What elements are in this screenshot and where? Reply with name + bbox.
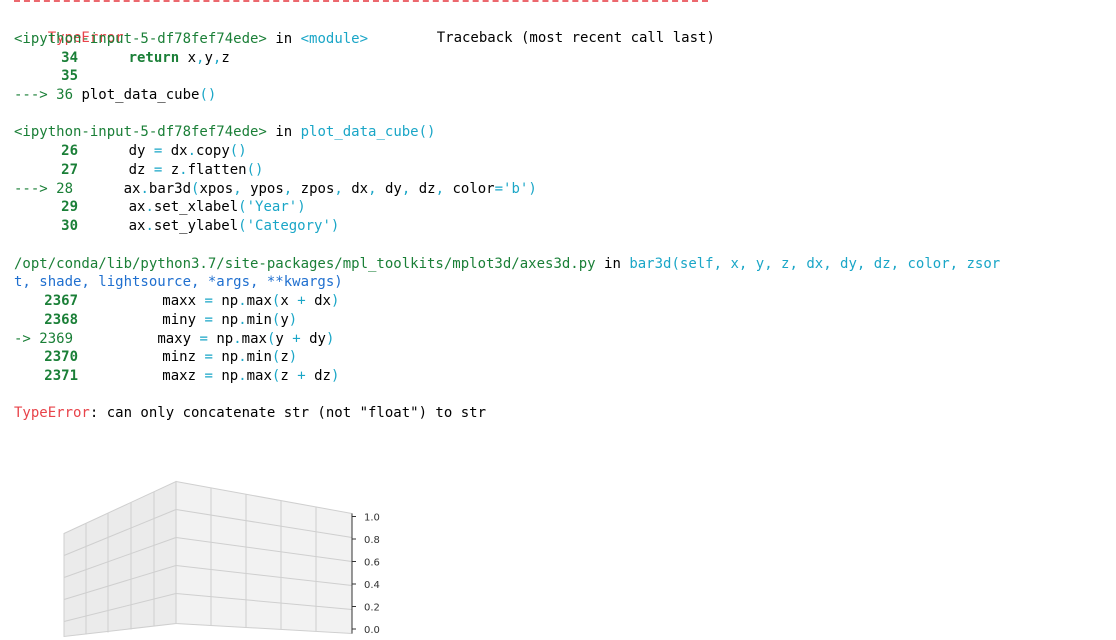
line-number: 35 <box>61 68 78 84</box>
left-pane <box>63 480 177 638</box>
z-tick-label: 0.2 <box>364 603 380 614</box>
code-line: 2370 minz = np.min(z) <box>14 348 297 366</box>
code-text: ax.bar3d(xpos, ypos, zpos, dx, dy, dz, c… <box>123 181 537 197</box>
current-line-arrow: ---> <box>14 87 48 103</box>
code-line: 2367 maxx = np.max(x + dx) <box>14 292 339 310</box>
frame-3-header-cont: t, shade, lightsource, *args, **kwargs) <box>14 273 343 291</box>
code-text: miny = np.min(y) <box>162 312 298 328</box>
code-line: 26 dy = dx.copy() <box>14 142 247 160</box>
frame-2-location: <ipython-input-5-df78fef74ede> <box>14 124 267 140</box>
line-number: 30 <box>61 218 78 234</box>
code-line-current: -> 2369 maxy = np.max(y + dy) <box>14 330 334 348</box>
frame-3-func: bar3d(self, x, y, z, dx, dy, dz, color, … <box>629 256 1001 272</box>
code-text: ax.set_xlabel('Year') <box>128 199 306 215</box>
final-error-message: : can only concatenate str (not "float")… <box>89 405 487 421</box>
traceback-header: TypeError <box>14 11 124 46</box>
code-text: maxz = np.max(z + dz) <box>162 368 340 384</box>
z-tick-label: 0.8 <box>364 535 380 546</box>
line-number: 2371 <box>44 368 78 384</box>
line-number: 2369 <box>39 331 74 347</box>
code-text: dy = dx.copy() <box>128 143 247 159</box>
current-line-arrow: ---> <box>14 181 48 197</box>
code-line: 27 dz = z.flatten() <box>14 161 263 179</box>
current-line-arrow: -> <box>14 331 31 347</box>
code-line-current: ---> 28 ax.bar3d(xpos, ypos, zpos, dx, d… <box>14 180 537 198</box>
final-error: TypeError: can only concatenate str (not… <box>14 404 486 422</box>
code-line: 34 return x,y,z <box>14 49 230 67</box>
code-line: 2371 maxz = np.max(z + dz) <box>14 367 339 385</box>
frame-3-in: in <box>604 256 621 272</box>
line-number: 2367 <box>44 293 78 309</box>
final-error-type: TypeError <box>14 405 90 421</box>
traceback-header-right: Traceback (most recent call last) <box>403 11 715 46</box>
line-number: 34 <box>61 50 78 66</box>
frame-2-header: <ipython-input-5-df78fef74ede> in plot_d… <box>14 123 435 141</box>
separator-line <box>14 0 708 6</box>
code-text: dz = z.flatten() <box>128 162 264 178</box>
code-text: ax.set_ylabel('Category') <box>128 218 340 234</box>
frame-2-in: in <box>275 124 293 140</box>
line-number: 28 <box>56 181 74 197</box>
line-number: 26 <box>61 143 78 159</box>
code-text: maxy = np.max(y + dy) <box>157 331 335 347</box>
line-number: 2368 <box>44 312 78 328</box>
line-number: 2370 <box>44 349 78 365</box>
z-tick-label: 0.0 <box>364 625 380 636</box>
code-line: 30 ax.set_ylabel('Category') <box>14 217 339 235</box>
code-line-current: ---> 36 plot_data_cube() <box>14 86 216 104</box>
frame-3-func-cont: t, shade, lightsource, *args, **kwargs) <box>14 274 343 290</box>
z-tick-label: 0.6 <box>364 558 380 569</box>
z-tick-label: 0.4 <box>364 580 380 591</box>
code-line: 29 ax.set_xlabel('Year') <box>14 198 306 216</box>
axes-panes <box>63 480 353 638</box>
frame-1-header: <ipython-input-5-df78fef74ede> in <modul… <box>14 30 368 48</box>
frame-3-location: /opt/conda/lib/python3.7/site-packages/m… <box>14 256 596 272</box>
code-keyword: return <box>128 50 180 66</box>
line-number: 27 <box>61 162 78 178</box>
frame-3-header: /opt/conda/lib/python3.7/site-packages/m… <box>14 255 1000 273</box>
frame-2-func: plot_data_cube() <box>300 124 436 140</box>
empty-3d-axes-plot: 1.0 0.8 0.6 0.4 0.2 0.0 <box>63 480 380 638</box>
line-number: 36 <box>56 87 74 103</box>
line-number: 29 <box>61 199 78 215</box>
code-line: 2368 miny = np.min(y) <box>14 311 297 329</box>
z-tick-labels: 1.0 0.8 0.6 0.4 0.2 0.0 <box>352 513 380 636</box>
code-text: minz = np.min(z) <box>162 349 298 365</box>
frame-1-in: in <box>275 31 293 47</box>
code-text: plot_data_cube() <box>81 87 217 103</box>
code-text: x,y,z <box>187 50 230 66</box>
code-line: 35 <box>14 67 78 85</box>
frame-1-location: <ipython-input-5-df78fef74ede> <box>14 31 267 47</box>
frame-1-func: <module> <box>300 31 369 47</box>
traceback-label: Traceback (most recent call last) <box>436 30 715 46</box>
z-tick-label: 1.0 <box>364 513 380 524</box>
code-text: maxx = np.max(x + dx) <box>162 293 340 309</box>
